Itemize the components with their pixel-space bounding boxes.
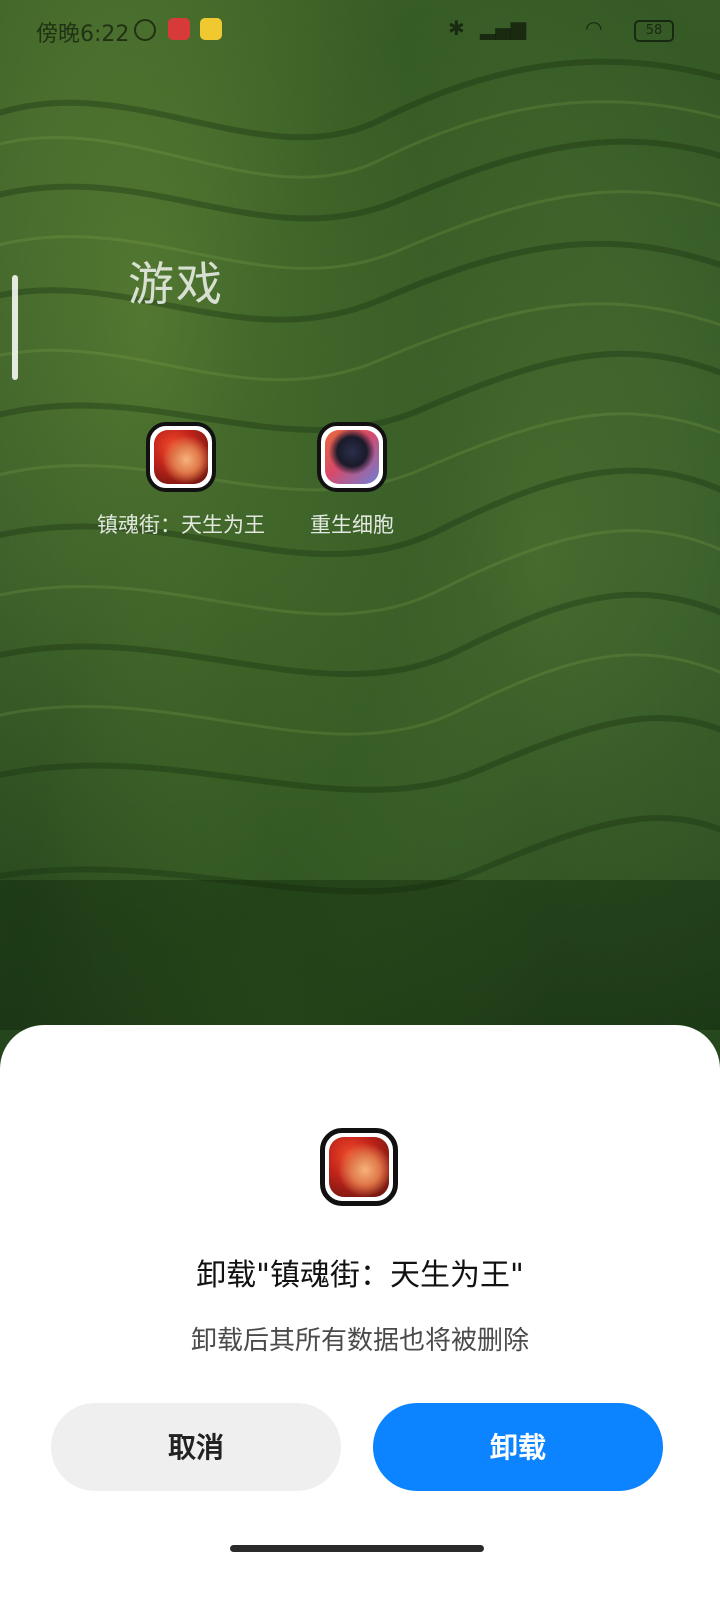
dialog-title: 卸载"镇魂街：天生为王"	[196, 1258, 524, 1293]
folder-title: 游戏	[128, 257, 224, 311]
app-label: 重生细胞	[310, 513, 394, 537]
home-indicator[interactable]	[230, 1545, 484, 1552]
edge-handle[interactable]	[12, 275, 18, 380]
status-bar: 傍晚6:22 ✱ ▂▄▆ ◠ 58	[0, 0, 720, 60]
app-zhenhunjie[interactable]: 镇魂街：天生为王	[86, 422, 276, 540]
battery-icon: 58	[634, 20, 674, 42]
dialog-message: 卸载后其所有数据也将被删除	[190, 1326, 529, 1356]
signal-icon: ▂▄▆	[480, 16, 527, 40]
app-notification-icon-2	[200, 18, 222, 40]
alarm-icon	[134, 19, 156, 41]
bluetooth-icon: ✱	[448, 16, 465, 40]
uninstall-dialog: 卸载"镇魂街：天生为王" 卸载后其所有数据也将被删除 取消 卸载	[0, 1025, 720, 1600]
wifi-icon: ◠	[585, 16, 603, 40]
app-label: 镇魂街：天生为王	[97, 513, 265, 537]
zhenhunjie-app-icon	[320, 1128, 398, 1206]
uninstall-button[interactable]: 卸载	[373, 1403, 663, 1491]
status-time: 傍晚6:22	[36, 22, 130, 47]
zhenhunjie-app-icon[interactable]	[146, 422, 216, 492]
app-dead-cells[interactable]: 重生细胞	[257, 422, 447, 540]
dead-cells-app-icon[interactable]	[317, 422, 387, 492]
app-notification-icon	[168, 18, 190, 40]
cancel-button[interactable]: 取消	[51, 1403, 341, 1491]
